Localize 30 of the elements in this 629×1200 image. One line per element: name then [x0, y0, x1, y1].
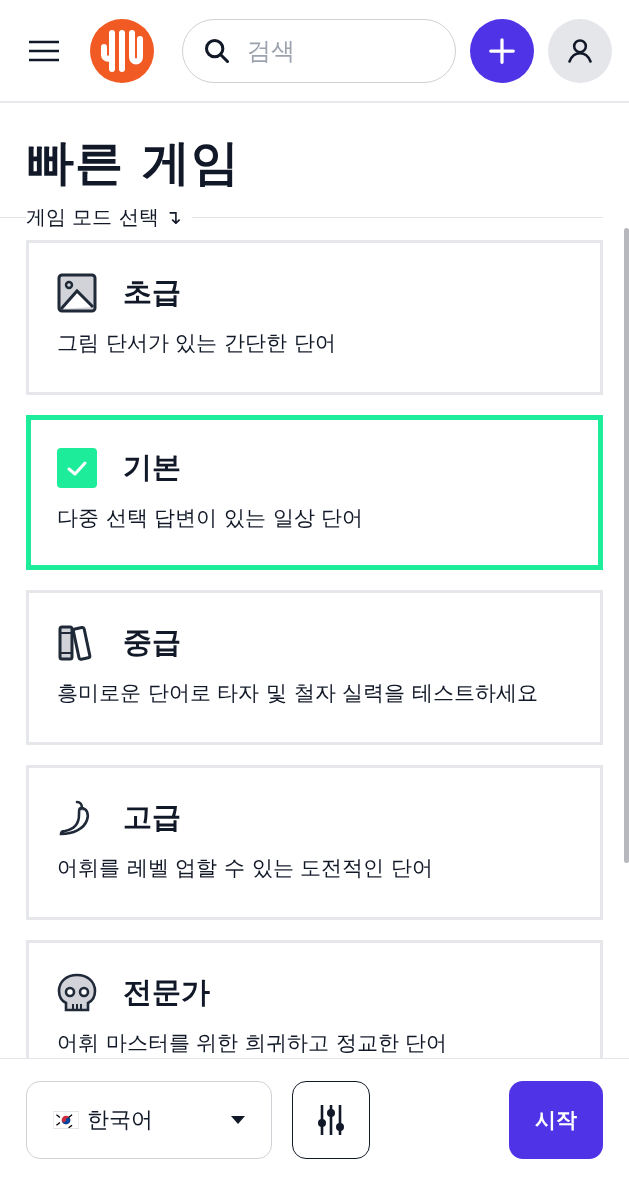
user-icon [566, 36, 594, 65]
mode-description: 그림 단서가 있는 간단한 단어 [57, 330, 337, 357]
image-icon [57, 273, 97, 313]
mode-description: 흥미로운 단어로 타자 및 철자 실력을 테스트하세요 [57, 680, 540, 707]
mode-card[interactable]: 기본 다중 선택 답변이 있는 일상 단어 [26, 415, 603, 570]
mode-title: 기본 [123, 449, 181, 486]
mode-title: 초급 [123, 274, 181, 311]
mode-description: 어휘를 레벨 업할 수 있는 도전적인 단어 [57, 855, 435, 882]
scrollbar[interactable] [624, 228, 629, 863]
mode-title: 전문가 [123, 974, 210, 1011]
mode-title: 고급 [123, 799, 181, 836]
caret-icon [231, 1115, 245, 1124]
skull-icon [57, 973, 97, 1013]
language-dropdown[interactable]: 한국어 [26, 1080, 272, 1159]
settings-button[interactable] [292, 1080, 370, 1159]
page-title: 빠른 게임 [26, 133, 241, 192]
mode-card[interactable]: 고급 어휘를 레벨 업할 수 있는 도전적인 단어 [26, 765, 603, 920]
search-icon [203, 36, 231, 65]
flag-icon [53, 1110, 79, 1129]
plus-icon [487, 35, 517, 66]
mode-description: 어휘 마스터를 위한 희귀하고 정교한 단어 [57, 1030, 449, 1057]
mode-card[interactable]: 초급 그림 단서가 있는 간단한 단어 [26, 240, 603, 395]
mode-card[interactable]: 중급 흥미로운 단어로 타자 및 철자 실력을 테스트하세요 [26, 590, 603, 745]
sliders-icon [316, 1102, 346, 1137]
checkbox-icon [57, 448, 97, 488]
logo-icon[interactable] [90, 18, 154, 83]
mode-description: 다중 선택 답변이 있는 일상 단어 [57, 505, 365, 532]
mode-title: 중급 [123, 624, 181, 661]
start-button[interactable]: 시작 [509, 1080, 603, 1159]
mode-card[interactable]: 전문가 어휘 마스터를 위한 희귀하고 정교한 단어 [26, 940, 603, 1058]
